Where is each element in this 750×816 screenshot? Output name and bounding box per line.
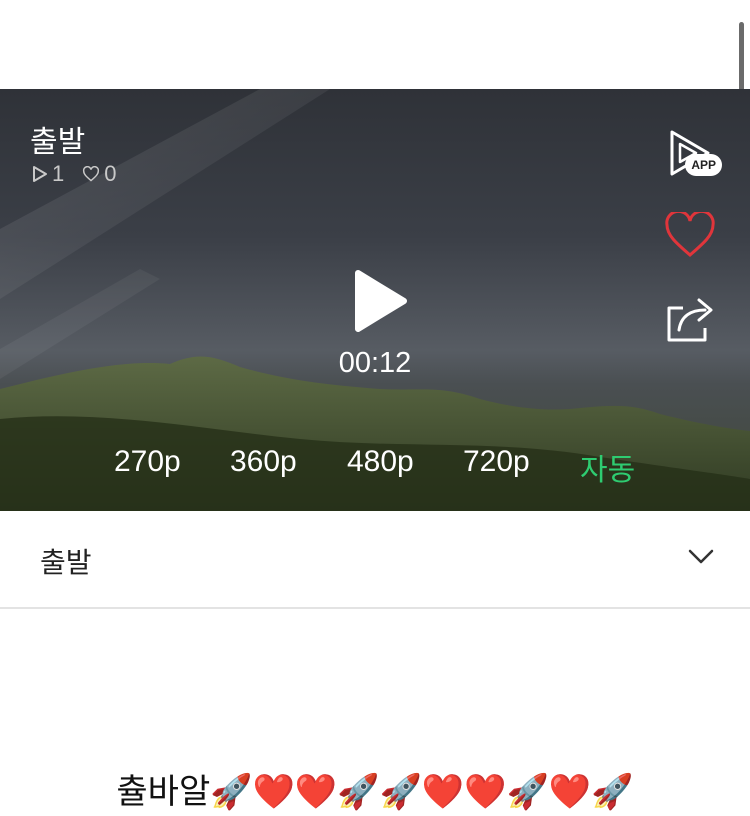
play-count-icon [33, 166, 47, 182]
video-player[interactable]: 출발 1 0 APP 00:12 270p 360p 480p 720p 자동 [0, 89, 750, 511]
chevron-down-icon[interactable] [688, 549, 714, 565]
play-icon[interactable] [352, 269, 408, 333]
quality-selector: 270p 360p 480p 720p 자동 [0, 445, 750, 488]
video-title: 출발 [30, 125, 86, 160]
video-description: 츌바알🚀❤️❤️🚀🚀❤️❤️🚀❤️🚀 [116, 772, 634, 812]
quality-option-480p[interactable]: 480p [347, 445, 414, 479]
quality-option-360p[interactable]: 360p [230, 445, 297, 479]
heart-icon [665, 212, 715, 257]
app-badge: APP [685, 154, 722, 176]
quality-option-270p[interactable]: 270p [114, 445, 181, 479]
quality-option-720p[interactable]: 720p [463, 445, 530, 479]
video-duration: 00:12 [338, 347, 412, 379]
quality-option-auto[interactable]: 자동 [580, 445, 635, 489]
like-count: 0 [82, 161, 117, 187]
video-info-header[interactable]: 출발 [0, 511, 750, 609]
like-count-value: 0 [104, 161, 117, 186]
play-count: 1 [32, 161, 64, 187]
page-scrollbar[interactable] [739, 22, 744, 94]
video-stats: 1 0 [32, 161, 129, 187]
heart-outline-icon [83, 166, 100, 182]
like-button[interactable] [662, 207, 718, 263]
share-button[interactable] [662, 291, 718, 347]
open-in-app-button[interactable]: APP [662, 125, 722, 181]
share-icon [667, 298, 713, 342]
info-title: 출발 [40, 546, 92, 579]
play-count-value: 1 [52, 161, 65, 186]
